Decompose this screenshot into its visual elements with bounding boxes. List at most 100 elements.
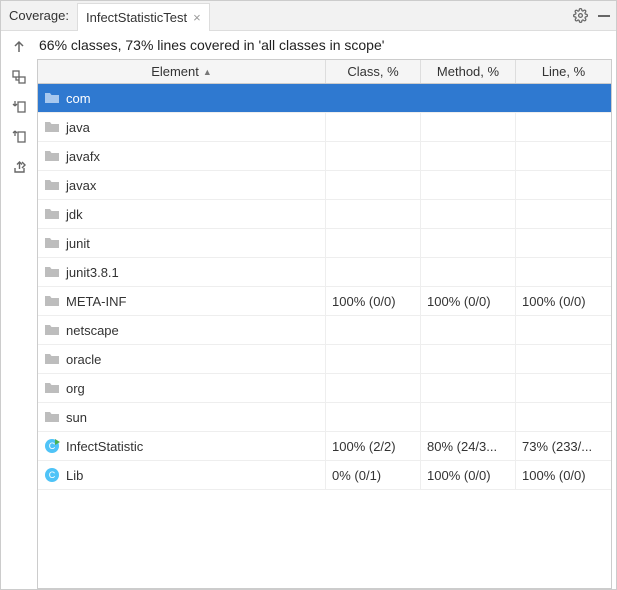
row-label: jdk xyxy=(66,207,83,222)
cell-method xyxy=(421,229,516,257)
folder-icon xyxy=(44,264,60,280)
cell-line xyxy=(516,403,611,431)
cell-class xyxy=(326,84,421,112)
folder-icon xyxy=(44,206,60,222)
table-row[interactable]: junit xyxy=(38,229,611,258)
row-label: netscape xyxy=(66,323,119,338)
cell-class xyxy=(326,113,421,141)
table-row[interactable]: CLib0% (0/1)100% (0/0)100% (0/0) xyxy=(38,461,611,490)
toolbar-gutter xyxy=(1,31,37,589)
table-header: Element ▲ Class, % Method, % Line, % xyxy=(38,60,611,84)
autoscroll-from-source-icon[interactable] xyxy=(9,127,29,147)
table-row[interactable]: oracle xyxy=(38,345,611,374)
cell-element: com xyxy=(38,84,326,112)
table-row[interactable]: java xyxy=(38,113,611,142)
table-row[interactable]: sun xyxy=(38,403,611,432)
svg-text:C: C xyxy=(49,470,56,480)
cell-class xyxy=(326,403,421,431)
cell-method: 100% (0/0) xyxy=(421,287,516,315)
cell-method xyxy=(421,258,516,286)
cell-method xyxy=(421,345,516,373)
cell-method xyxy=(421,142,516,170)
row-label: META-INF xyxy=(66,294,126,309)
row-label: javax xyxy=(66,178,96,193)
cell-line xyxy=(516,171,611,199)
folder-icon xyxy=(44,293,60,309)
cell-class xyxy=(326,142,421,170)
cell-method xyxy=(421,403,516,431)
cell-element: jdk xyxy=(38,200,326,228)
row-label: org xyxy=(66,381,85,396)
cell-element: junit xyxy=(38,229,326,257)
cell-method xyxy=(421,200,516,228)
folder-icon xyxy=(44,148,60,164)
cell-element: org xyxy=(38,374,326,402)
table-row[interactable]: javafx xyxy=(38,142,611,171)
cell-class xyxy=(326,345,421,373)
cell-class xyxy=(326,258,421,286)
cell-element: CLib xyxy=(38,461,326,489)
table-row[interactable]: javax xyxy=(38,171,611,200)
cell-method xyxy=(421,84,516,112)
cell-element: java xyxy=(38,113,326,141)
sort-ascending-icon: ▲ xyxy=(203,67,212,77)
cell-class xyxy=(326,171,421,199)
close-icon[interactable]: × xyxy=(193,11,201,24)
tab-coverage-run[interactable]: InfectStatisticTest × xyxy=(77,3,210,31)
row-label: sun xyxy=(66,410,87,425)
flatten-packages-icon[interactable] xyxy=(9,67,29,87)
table-row[interactable]: org xyxy=(38,374,611,403)
cell-element: oracle xyxy=(38,345,326,373)
folder-icon xyxy=(44,322,60,338)
gear-icon[interactable] xyxy=(568,4,592,28)
coverage-table: Element ▲ Class, % Method, % Line, % com… xyxy=(37,59,612,589)
table-row[interactable]: CInfectStatistic100% (2/2)80% (24/3...73… xyxy=(38,432,611,461)
table-row[interactable]: junit3.8.1 xyxy=(38,258,611,287)
cell-line xyxy=(516,200,611,228)
folder-icon xyxy=(44,177,60,193)
folder-icon xyxy=(44,380,60,396)
cell-element: javax xyxy=(38,171,326,199)
panel-header: Coverage: InfectStatisticTest × xyxy=(1,1,616,31)
folder-icon xyxy=(44,351,60,367)
column-class-pct[interactable]: Class, % xyxy=(326,60,421,83)
row-label: InfectStatistic xyxy=(66,439,143,454)
table-row[interactable]: META-INF100% (0/0)100% (0/0)100% (0/0) xyxy=(38,287,611,316)
folder-icon xyxy=(44,119,60,135)
arrow-up-icon[interactable] xyxy=(9,37,29,57)
column-line-pct[interactable]: Line, % xyxy=(516,60,611,83)
row-label: junit3.8.1 xyxy=(66,265,119,280)
cell-class xyxy=(326,229,421,257)
cell-line xyxy=(516,345,611,373)
cell-line: 100% (0/0) xyxy=(516,461,611,489)
class-run-icon: C xyxy=(44,438,60,454)
cell-class: 0% (0/1) xyxy=(326,461,421,489)
cell-line xyxy=(516,374,611,402)
table-row[interactable]: com xyxy=(38,84,611,113)
cell-method xyxy=(421,316,516,344)
autoscroll-to-source-icon[interactable] xyxy=(9,97,29,117)
cell-class: 100% (2/2) xyxy=(326,432,421,460)
cell-line xyxy=(516,229,611,257)
svg-text:C: C xyxy=(49,441,56,451)
row-label: oracle xyxy=(66,352,101,367)
cell-element: C InfectStatistic xyxy=(38,432,326,460)
folder-icon xyxy=(44,409,60,425)
export-icon[interactable] xyxy=(9,157,29,177)
cell-element: junit3.8.1 xyxy=(38,258,326,286)
minimize-icon[interactable] xyxy=(592,4,616,28)
cell-element: netscape xyxy=(38,316,326,344)
folder-icon xyxy=(44,235,60,251)
cell-line xyxy=(516,113,611,141)
cell-element: javafx xyxy=(38,142,326,170)
table-row[interactable]: jdk xyxy=(38,200,611,229)
cell-line xyxy=(516,316,611,344)
column-element[interactable]: Element ▲ xyxy=(38,60,326,83)
cell-element: META-INF xyxy=(38,287,326,315)
cell-method xyxy=(421,374,516,402)
cell-class: 100% (0/0) xyxy=(326,287,421,315)
column-method-pct[interactable]: Method, % xyxy=(421,60,516,83)
coverage-summary: 66% classes, 73% lines covered in 'all c… xyxy=(37,31,612,59)
table-row[interactable]: netscape xyxy=(38,316,611,345)
cell-class xyxy=(326,316,421,344)
